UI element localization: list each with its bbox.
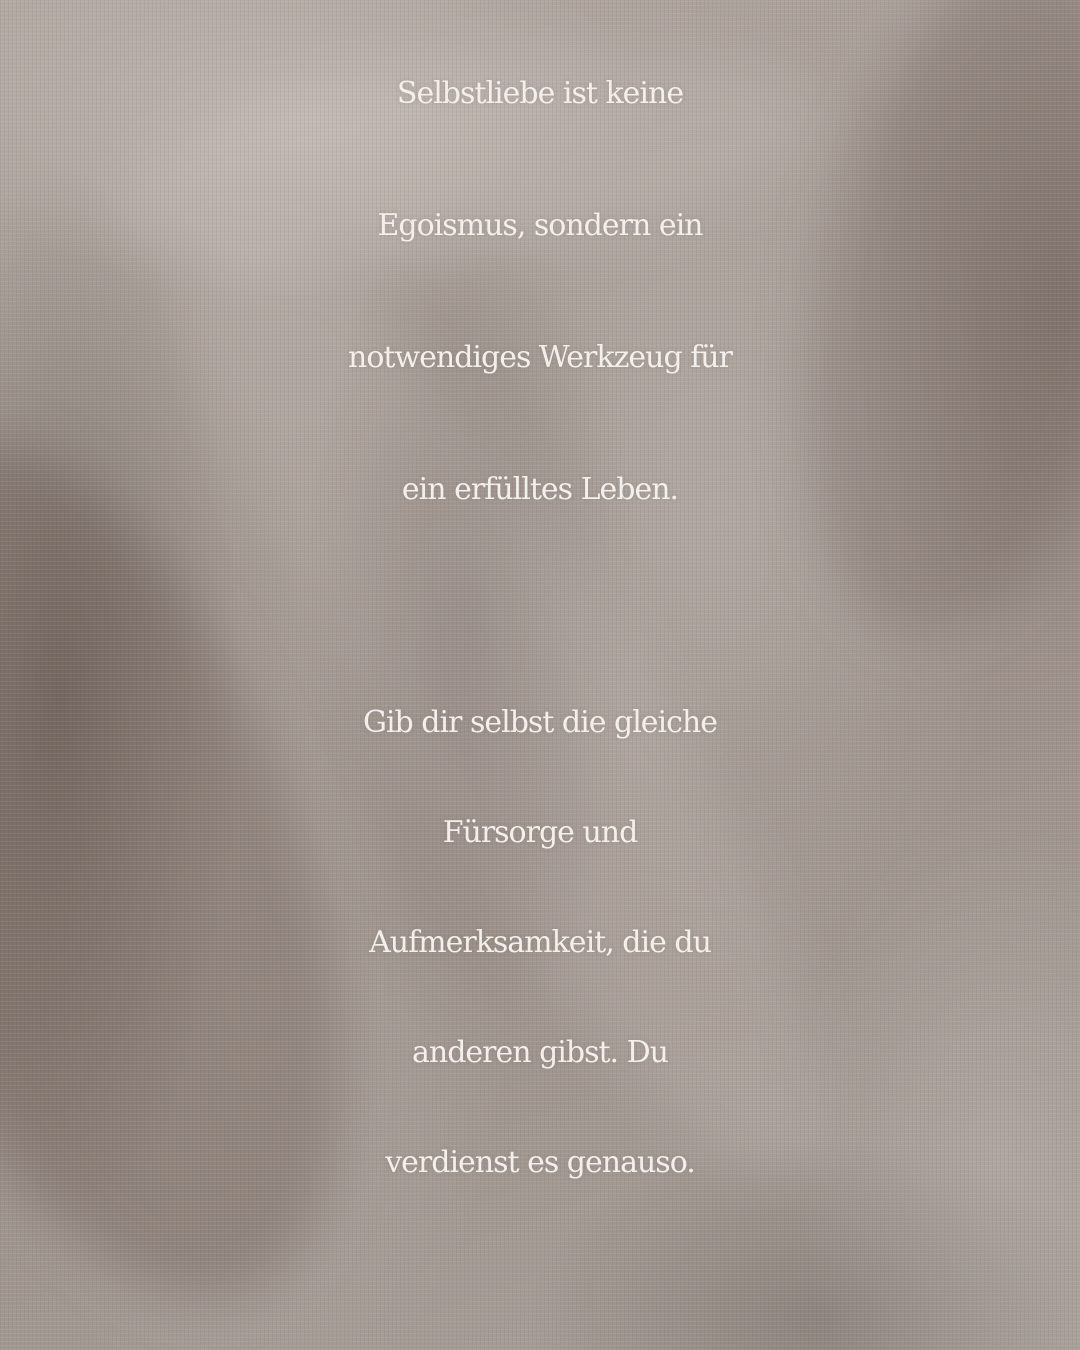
quote-line: anderen gibst. Du <box>411 1035 669 1070</box>
quote-canvas: Selbstliebe ist keine Egoismus, sondern … <box>0 0 1080 1350</box>
quote-line: Egoismus, sondern ein <box>377 208 704 243</box>
quote-line: notwendiges Werkzeug für <box>348 340 733 375</box>
quote-line: ein erfülltes Leben. <box>401 472 679 507</box>
quote-line: Selbstliebe ist keine <box>396 76 684 111</box>
quote-paragraph-2: Gib dir selbst die gleiche Fürsorge und … <box>0 668 1080 1218</box>
quote-line: verdienst es genauso. <box>385 1145 696 1180</box>
quote-paragraph-1: Selbstliebe ist keine Egoismus, sondern … <box>0 28 1080 556</box>
quote-line: Fürsorge und <box>442 815 639 850</box>
quote-line: Aufmerksamkeit, die du <box>369 925 712 960</box>
quote-line: Gib dir selbst die gleiche <box>362 705 718 740</box>
